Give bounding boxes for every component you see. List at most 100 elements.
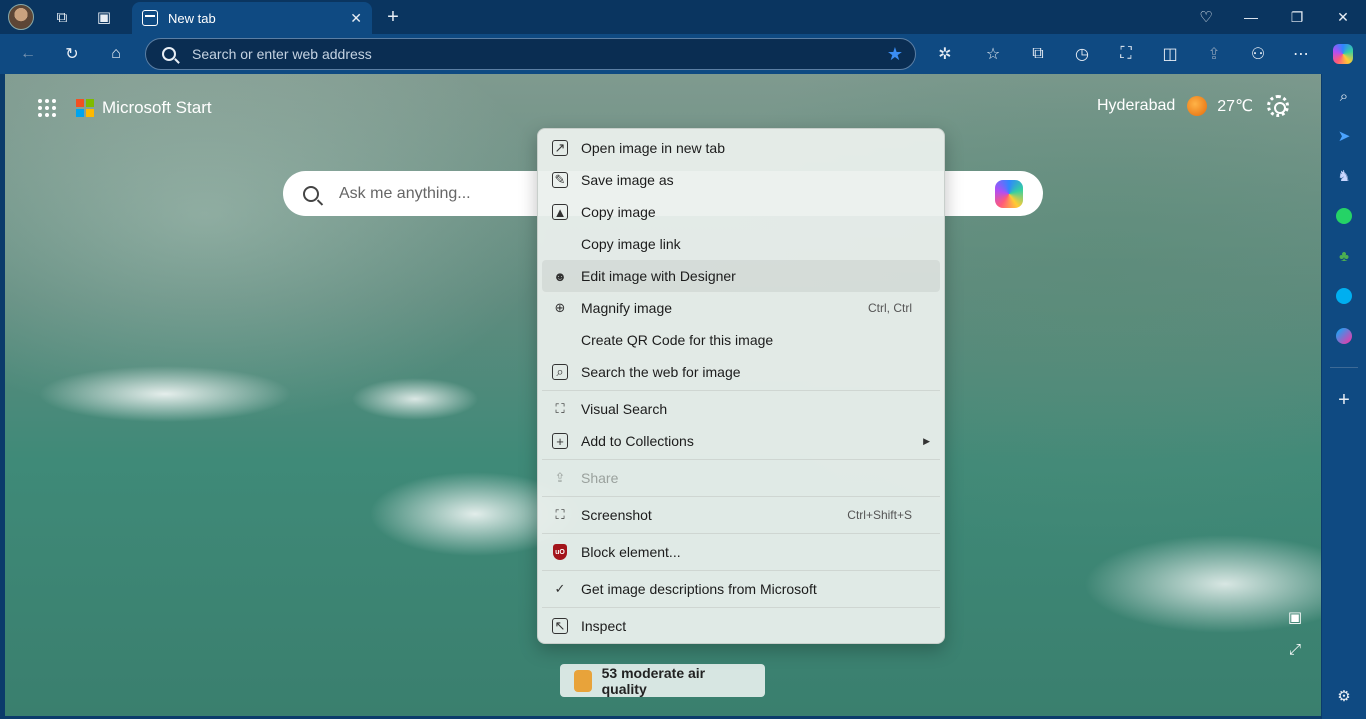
menu-label: Block element... xyxy=(581,544,681,560)
ms-start-header: Microsoft Start xyxy=(38,98,212,118)
title-bar: ⧉ ▣ New tab ✕ + ♡ — ❐ ✕ xyxy=(0,0,1366,34)
image-info-icon[interactable]: ▣ xyxy=(1285,607,1305,627)
copilot-icon[interactable] xyxy=(1330,41,1356,67)
menu-label: Search the web for image xyxy=(581,364,741,380)
sidebar-add-icon[interactable]: + xyxy=(1332,388,1356,412)
save-image-icon: ✎ xyxy=(552,172,568,188)
sidebar-skype-icon[interactable] xyxy=(1332,284,1356,308)
favorites-icon[interactable]: ☆ xyxy=(980,41,1006,67)
menu-edit-with-designer[interactable]: ☻ Edit image with Designer xyxy=(542,260,940,292)
tab-close-icon[interactable]: ✕ xyxy=(350,10,362,27)
ublock-icon: uO xyxy=(552,544,568,560)
submenu-arrow-icon: ▶ xyxy=(923,435,930,446)
context-menu: ↗ Open image in new tab ✎ Save image as … xyxy=(537,128,945,644)
checkmark-icon: ✓ xyxy=(554,581,566,596)
collections-icon[interactable]: ⧉ xyxy=(1025,41,1051,67)
address-input[interactable]: Search or enter web address xyxy=(192,46,887,62)
menu-block-element[interactable]: uO Block element... xyxy=(542,536,940,568)
more-options-icon[interactable]: ⋯ xyxy=(1288,41,1314,67)
close-window-button[interactable]: ✕ xyxy=(1320,0,1366,34)
copilot-icon[interactable] xyxy=(995,179,1023,208)
air-quality-badge[interactable]: 53 moderate air quality xyxy=(560,664,765,697)
menu-open-image-new-tab[interactable]: ↗ Open image in new tab xyxy=(542,132,940,164)
air-quality-text: 53 moderate air quality xyxy=(601,664,706,697)
new-tab-button[interactable]: + xyxy=(380,4,406,30)
toolbar: ← ↻ ⌂ Search or enter web address ★ ✲ ☆ … xyxy=(0,34,1366,74)
menu-screenshot[interactable]: ⛶ Screenshot Ctrl+Shift+S xyxy=(542,499,940,531)
weather-city: Hyderabad xyxy=(1097,97,1176,114)
menu-label: Add to Collections xyxy=(581,433,694,449)
performance-icon[interactable]: ⚇ xyxy=(1245,41,1271,67)
menu-add-to-collections[interactable]: + Add to Collections ▶ xyxy=(542,425,940,457)
menu-label: Share xyxy=(581,470,619,486)
microsoft-logo-icon xyxy=(76,99,94,117)
refresh-icon[interactable]: ↻ xyxy=(59,41,85,67)
minimize-button[interactable]: — xyxy=(1228,0,1274,34)
tab-new-tab[interactable]: New tab ✕ xyxy=(132,2,372,34)
menu-image-descriptions[interactable]: ✓ Get image descriptions from Microsoft xyxy=(542,573,940,605)
inspect-icon: ↖ xyxy=(552,618,568,634)
sidebar-settings-gear-icon[interactable]: ⚙ xyxy=(1332,684,1356,708)
menu-label: Save image as xyxy=(581,172,674,188)
sidebar-separator xyxy=(1330,367,1358,368)
sidebar-search-icon[interactable]: ⌕ xyxy=(1332,84,1356,108)
workspaces-icon[interactable]: ⧉ xyxy=(49,4,75,30)
sidebar-tree-icon[interactable]: ♣ xyxy=(1332,244,1356,268)
designer-icon: ☻ xyxy=(553,268,567,284)
visual-search-icon: ⛶ xyxy=(555,401,565,416)
search-icon xyxy=(162,47,176,61)
browser-essentials-icon[interactable]: ♡ xyxy=(1193,4,1219,30)
split-screen-icon[interactable]: ◫ xyxy=(1157,41,1183,67)
menu-share: ⇪ Share xyxy=(542,462,940,494)
history-icon[interactable]: ◷ xyxy=(1069,41,1095,67)
copy-image-icon: ▲ xyxy=(552,204,568,220)
air-quality-icon xyxy=(574,669,592,692)
menu-separator xyxy=(542,570,940,571)
menu-label: Magnify image xyxy=(581,300,673,316)
expand-icon[interactable]: ⤢ xyxy=(1285,639,1305,659)
menu-separator xyxy=(542,533,940,534)
extensions-icon[interactable]: ✲ xyxy=(932,41,958,67)
sidebar-messenger-icon[interactable] xyxy=(1332,324,1356,348)
menu-inspect[interactable]: ↖ Inspect xyxy=(542,610,940,642)
tab-actions-icon[interactable]: ▣ xyxy=(91,4,117,30)
menu-label: Inspect xyxy=(581,618,627,634)
image-search-icon: ⌕ xyxy=(552,364,568,380)
address-bar[interactable]: Search or enter web address ★ xyxy=(145,38,916,70)
menu-label: Visual Search xyxy=(581,401,668,417)
weather-widget[interactable]: Hyderabad 27℃ xyxy=(1097,96,1253,116)
menu-separator xyxy=(542,459,940,460)
menu-create-qr-code[interactable]: Create QR Code for this image xyxy=(542,324,940,356)
screenshot-shortcut: Ctrl+Shift+S xyxy=(847,508,912,522)
menu-label: Open image in new tab xyxy=(581,140,725,156)
collections-icon: + xyxy=(552,433,568,449)
favorite-star-icon[interactable]: ★ xyxy=(887,44,903,65)
menu-label: Create QR Code for this image xyxy=(581,332,774,348)
home-icon[interactable]: ⌂ xyxy=(103,41,129,67)
right-sidebar: ⌕ ➤ ♞ ♣ + ⚙ xyxy=(1322,74,1366,719)
menu-visual-search[interactable]: ⛶ Visual Search xyxy=(542,393,940,425)
brand-title[interactable]: Microsoft Start xyxy=(102,98,212,118)
app-launcher-icon[interactable] xyxy=(38,99,56,117)
magnify-shortcut: Ctrl, Ctrl xyxy=(868,301,912,315)
menu-label: Screenshot xyxy=(581,507,652,523)
sidebar-telegram-icon[interactable]: ➤ xyxy=(1332,124,1356,148)
sun-icon xyxy=(1187,96,1208,116)
back-arrow-icon[interactable]: ← xyxy=(15,41,41,67)
share-icon: ⇪ xyxy=(554,470,566,485)
screenshot-icon[interactable]: ⛶ xyxy=(1113,41,1139,67)
restore-button[interactable]: ❐ xyxy=(1274,0,1320,34)
menu-save-image-as[interactable]: ✎ Save image as xyxy=(542,164,940,196)
menu-copy-image[interactable]: ▲ Copy image xyxy=(542,196,940,228)
menu-copy-image-link[interactable]: Copy image link xyxy=(542,228,940,260)
sidebar-games-icon[interactable]: ♞ xyxy=(1332,164,1356,188)
menu-magnify-image[interactable]: ⊕ Magnify image Ctrl, Ctrl xyxy=(542,292,940,324)
weather-temperature: 27℃ xyxy=(1217,98,1254,115)
page-settings-gear-icon[interactable] xyxy=(1267,95,1289,117)
sidebar-whatsapp-icon[interactable] xyxy=(1332,204,1356,228)
profile-avatar[interactable] xyxy=(8,4,34,30)
search-icon xyxy=(303,185,319,202)
menu-separator xyxy=(542,607,940,608)
menu-search-web-for-image[interactable]: ⌕ Search the web for image xyxy=(542,356,940,388)
share-icon[interactable]: ⇪ xyxy=(1201,41,1227,67)
